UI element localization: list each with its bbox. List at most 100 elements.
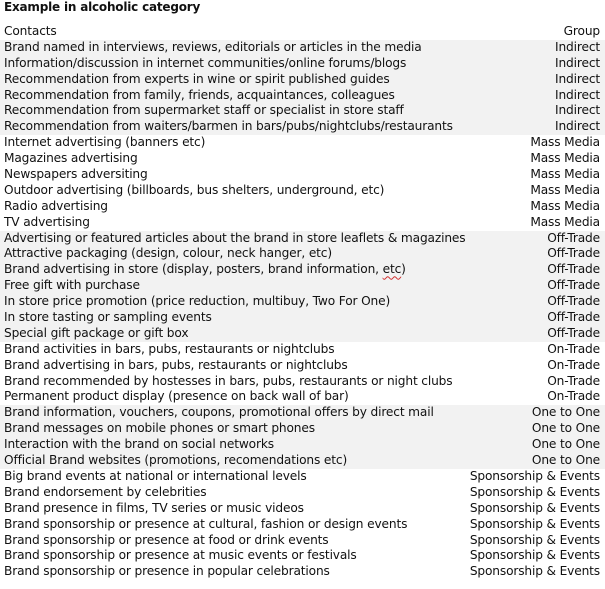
contact-text: Brand named in interviews, reviews, edit… (4, 39, 422, 54)
group-cell: Mass Media (530, 167, 600, 182)
contact-text: Permanent product display (presence on b… (4, 389, 349, 404)
group-cell: Indirect (555, 119, 600, 134)
contact-cell: Permanent product display (presence on b… (0, 389, 349, 405)
contact-cell: Recommendation from supermarket staff or… (0, 103, 404, 119)
contact-text: In store price promotion (price reductio… (4, 294, 391, 309)
contact-text: Brand information, vouchers, coupons, pr… (4, 405, 434, 420)
table-row: Newspapers adversiting Mass Media (0, 167, 605, 183)
group-cell: On-Trade (547, 357, 600, 372)
group-cell: Indirect (555, 39, 600, 54)
table-row: Radio advertising Mass Media (0, 199, 605, 215)
group-cell: On-Trade (547, 341, 600, 356)
group-cell: Mass Media (530, 198, 600, 213)
table-row: Information/discussion in internet commu… (0, 55, 605, 72)
contact-text: Information/discussion in internet commu… (4, 55, 407, 70)
group-cell: Mass Media (530, 151, 600, 166)
page-title: Example in alcoholic category (4, 0, 201, 14)
table-row: Brand advertising in bars, pubs, restaur… (0, 358, 605, 374)
table-row: Brand activities in bars, pubs, restaura… (0, 342, 605, 358)
contacts-table: Contacts Group Brand named in interviews… (0, 24, 605, 580)
contact-text: Brand sponsorship or presence at food or… (4, 532, 329, 547)
group-cell: Indirect (555, 71, 600, 86)
contact-cell: Brand recommended by hostesses in bars, … (0, 374, 453, 390)
contact-cell: Brand sponsorship or presence at music e… (0, 548, 357, 564)
group-cell: Sponsorship & Events (469, 468, 600, 483)
contact-cell: Brand advertising in bars, pubs, restaur… (0, 358, 348, 374)
group-cell: Off-Trade (547, 294, 600, 309)
table-row: Brand information, vouchers, coupons, pr… (0, 405, 605, 422)
contact-text: Brand advertising in bars, pubs, restaur… (4, 357, 348, 372)
contact-text: Free gift with purchase (4, 278, 140, 293)
table-row: Brand named in interviews, reviews, edit… (0, 39, 605, 56)
contact-cell: In store tasting or sampling events (0, 310, 212, 326)
group-cell: Mass Media (530, 214, 600, 229)
contact-cell: Big brand events at national or internat… (0, 469, 307, 485)
contact-cell: Interaction with the brand on social net… (0, 437, 274, 453)
contact-cell: In store price promotion (price reductio… (0, 294, 390, 310)
contact-cell: Information/discussion in internet commu… (0, 56, 406, 72)
table-row: Recommendation from family, friends, acq… (0, 87, 605, 104)
contact-cell: Internet advertising (banners etc) (0, 135, 205, 151)
contact-cell: Brand information, vouchers, coupons, pr… (0, 405, 434, 421)
table-row: TV advertising Mass Media (0, 215, 605, 231)
contact-text: Radio advertising (4, 198, 108, 213)
contact-text: Outdoor advertising (billboards, bus she… (4, 182, 385, 197)
contact-text: Attractive packaging (design, colour, ne… (4, 246, 332, 261)
group-cell: One to One (531, 453, 600, 468)
contact-cell: Brand sponsorship or presence in popular… (0, 564, 330, 580)
contact-cell: Recommendation from family, friends, acq… (0, 88, 395, 104)
group-cell: Mass Media (530, 135, 600, 150)
table-row: In store price promotion (price reductio… (0, 294, 605, 311)
group-cell: Mass Media (530, 182, 600, 197)
contact-cell: Brand sponsorship or presence at food or… (0, 532, 329, 549)
table-header-row: Contacts Group (0, 24, 605, 40)
group-cell: One to One (531, 421, 600, 436)
table-row: Outdoor advertising (billboards, bus she… (0, 183, 605, 199)
contact-cell: Attractive packaging (design, colour, ne… (0, 246, 332, 262)
group-cell: Off-Trade (547, 310, 600, 325)
table-row: Interaction with the brand on social net… (0, 437, 605, 454)
contact-cell: Official Brand websites (promotions, rec… (0, 453, 347, 469)
contact-text: Magazines advertising (4, 151, 138, 166)
table-row: Brand recommended by hostesses in bars, … (0, 374, 605, 390)
group-cell: Sponsorship & Events (469, 484, 600, 499)
contact-cell: Outdoor advertising (billboards, bus she… (0, 183, 384, 199)
table-row: Brand advertising in store (display, pos… (0, 262, 605, 279)
table-row: Internet advertising (banners etc) Mass M… (0, 135, 605, 151)
table-row: Official Brand websites (promotions, rec… (0, 453, 605, 469)
table-row: Recommendation from waiters/barmen in ba… (0, 119, 605, 136)
group-cell: Off-Trade (547, 278, 600, 293)
table-row: Brand presence in films, TV series or mu… (0, 501, 605, 517)
group-cell: Indirect (555, 103, 600, 118)
contact-text: Recommendation from supermarket staff or… (4, 103, 404, 118)
contact-text: Recommendation from experts in wine or s… (4, 71, 390, 86)
table-row: Brand messages on mobile phones or smart… (0, 421, 605, 438)
table-row: Brand sponsorship or presence at cultura… (0, 517, 605, 533)
contact-text: Advertising or featured articles about t… (4, 230, 466, 245)
contact-text: Brand sponsorship or presence at cultura… (4, 516, 408, 531)
contact-cell: TV advertising (0, 215, 90, 231)
contact-text: In store tasting or sampling events (4, 310, 212, 325)
group-cell: On-Trade (547, 389, 600, 404)
contact-cell: Recommendation from waiters/barmen in ba… (0, 119, 453, 135)
contact-text: Special gift package or gift box (4, 325, 189, 340)
table-row: Brand sponsorship or presence in popular… (0, 564, 605, 580)
group-cell: Indirect (555, 87, 600, 102)
contact-text: Brand presence in films, TV series or mu… (4, 500, 304, 515)
contact-text: Big brand events at national or internat… (4, 468, 307, 483)
contact-cell: Advertising or featured articles about t… (0, 230, 466, 247)
spellcheck-flagged-word[interactable]: etc (383, 262, 402, 276)
group-cell: On-Trade (547, 373, 600, 388)
table-row: Attractive packaging (design, colour, ne… (0, 246, 605, 263)
table-body: Brand named in interviews, reviews, edit… (0, 39, 605, 580)
table-row: Permanent product display (presence on b… (0, 389, 605, 405)
contact-cell: Brand advertising in store (display, pos… (0, 262, 406, 278)
contact-text: Newspapers adversiting (4, 167, 148, 182)
contact-text: Brand activities in bars, pubs, restaura… (4, 341, 335, 356)
table-row: Brand sponsorship or presence at food or… (0, 533, 605, 549)
contact-text: Brand messages on mobile phones or smart… (4, 421, 315, 436)
group-cell: Sponsorship & Events (469, 548, 600, 563)
contact-cell: Brand endorsement by celebrities (0, 485, 207, 501)
table-row: In store tasting or sampling events Off-T… (0, 310, 605, 326)
contact-text: TV advertising (4, 214, 90, 229)
